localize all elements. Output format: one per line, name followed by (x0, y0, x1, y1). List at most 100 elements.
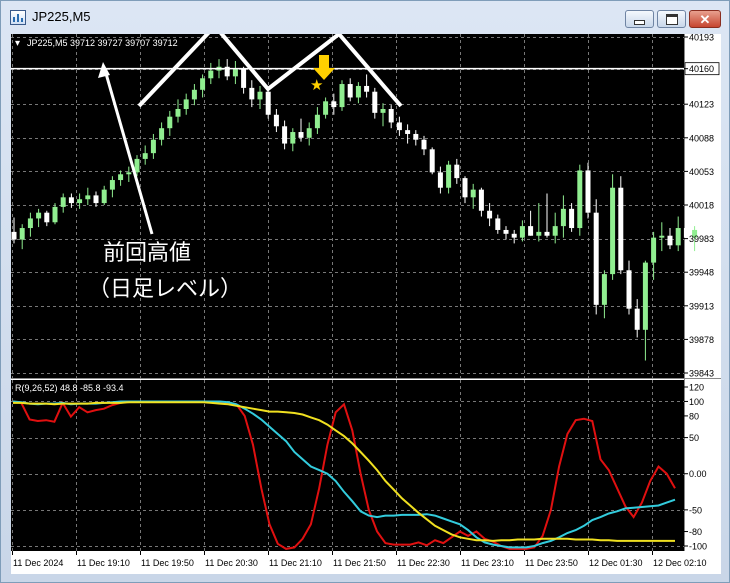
candle-body (544, 231, 550, 236)
candle-body (101, 189, 107, 204)
indicator-tick-label: 100 (689, 397, 704, 407)
star-icon: ★ (310, 77, 323, 94)
price-tick-label: 40193 (689, 34, 714, 43)
candle-body (634, 308, 640, 330)
chart-header: JP225,M5 39712 39727 39707 39712 (27, 38, 178, 48)
candle-body (200, 78, 206, 90)
candle-body (601, 274, 607, 305)
time-axis-label: 11 Dec 21:50 (333, 558, 386, 568)
candle-body (241, 68, 247, 88)
candle-body (52, 206, 58, 223)
candle-body (429, 149, 435, 173)
indicator-tick-label: -50 (689, 505, 702, 515)
candlestick[interactable] (618, 176, 624, 275)
candlestick[interactable] (429, 147, 435, 175)
candle-body (388, 109, 394, 123)
terminal-chart-window: JP225,M5 ✕ ★ 前回高値 （日足レベル） ▾ JP225,M5 397… (0, 0, 730, 583)
candle-body (232, 68, 238, 77)
candle-body (249, 87, 255, 100)
annotation-subtitle: （日足レベル） (88, 276, 242, 301)
indicator-tick-label: 0.00 (689, 469, 707, 479)
time-axis-label: 12 Dec 01:30 (589, 558, 643, 568)
time-axis-label: 11 Dec 23:10 (461, 558, 514, 568)
candle-body (167, 116, 173, 129)
candle-body (159, 128, 165, 140)
candle-body (528, 226, 534, 236)
candle-body (642, 262, 648, 330)
candle-body (27, 218, 33, 229)
candlestick[interactable] (339, 80, 345, 111)
price-tick-label: 39983 (689, 234, 714, 244)
candle-body (126, 172, 132, 175)
candle-body (183, 99, 189, 109)
close-button[interactable]: ✕ (689, 10, 721, 28)
candle-body (560, 208, 566, 227)
candle-body (487, 210, 493, 219)
candle-body (77, 199, 83, 204)
candle-body (290, 132, 296, 144)
candle-body (323, 101, 329, 115)
candle-body (454, 164, 460, 179)
candle-body (331, 101, 337, 108)
candle-body (11, 231, 17, 240)
candle-body (511, 233, 517, 238)
candlestick[interactable] (265, 87, 271, 119)
candle-body (347, 84, 353, 98)
candle-body (19, 228, 25, 240)
window-title: JP225,M5 (32, 9, 91, 24)
candle-body (478, 189, 484, 211)
candle-body (314, 114, 320, 129)
candle-body (536, 231, 542, 236)
candle-body (667, 235, 673, 246)
title-bar[interactable]: JP225,M5 ✕ (1, 1, 729, 34)
candle-body (519, 226, 525, 238)
time-axis-label: 11 Dec 2024 (13, 558, 63, 568)
candlestick[interactable] (610, 174, 616, 280)
candle-body (150, 139, 156, 154)
candle-body (282, 126, 288, 144)
price-tick-label: 39878 (689, 335, 714, 345)
candle-body (421, 139, 427, 150)
candle-body (610, 187, 616, 275)
price-tick-label: 40018 (689, 201, 714, 211)
price-tick-label: 40123 (689, 100, 714, 110)
time-axis-label: 11 Dec 20:30 (205, 558, 258, 568)
price-tick-label: 39843 (689, 369, 714, 379)
candle-body (298, 132, 304, 138)
minimize-button[interactable] (625, 10, 654, 28)
candle-body (495, 218, 501, 230)
close-icon: ✕ (699, 11, 711, 27)
candle-body (577, 170, 583, 229)
price-level-label: 40160 (689, 64, 714, 74)
minimize-icon (634, 19, 645, 25)
candlestick[interactable] (593, 199, 599, 315)
price-chart[interactable]: ★ 前回高値 （日足レベル） ▾ JP225,M5 39712 39727 39… (11, 34, 721, 574)
maximize-button[interactable] (657, 10, 686, 28)
indicator-tick-label: 50 (689, 433, 699, 443)
price-tick-label: 40053 (689, 167, 714, 177)
indicator-tick-label: -100 (689, 542, 707, 552)
maximize-icon (665, 13, 678, 25)
candle-body (569, 208, 575, 229)
candle-body (462, 178, 468, 198)
time-axis-label: 11 Dec 19:10 (77, 558, 130, 568)
candle-body (44, 212, 50, 223)
candle-body (364, 85, 370, 92)
candle-body (191, 89, 197, 100)
candlestick[interactable] (585, 162, 591, 219)
candle-body (675, 228, 681, 246)
candle-body (355, 85, 361, 98)
candle-body (651, 237, 657, 263)
candlestick[interactable] (577, 164, 583, 236)
time-axis-label: 11 Dec 19:50 (141, 558, 194, 568)
candle-body (118, 174, 124, 181)
candle-body (380, 109, 386, 113)
indicator-tick-label: 80 (689, 411, 699, 421)
candle-body (618, 187, 624, 271)
chart-window-icon (10, 10, 26, 25)
candle-body (68, 197, 74, 204)
candle-body (585, 170, 591, 213)
candle-body (413, 133, 419, 140)
annotation-title: 前回高値 (103, 240, 191, 265)
time-axis-label: 11 Dec 23:50 (525, 558, 578, 568)
